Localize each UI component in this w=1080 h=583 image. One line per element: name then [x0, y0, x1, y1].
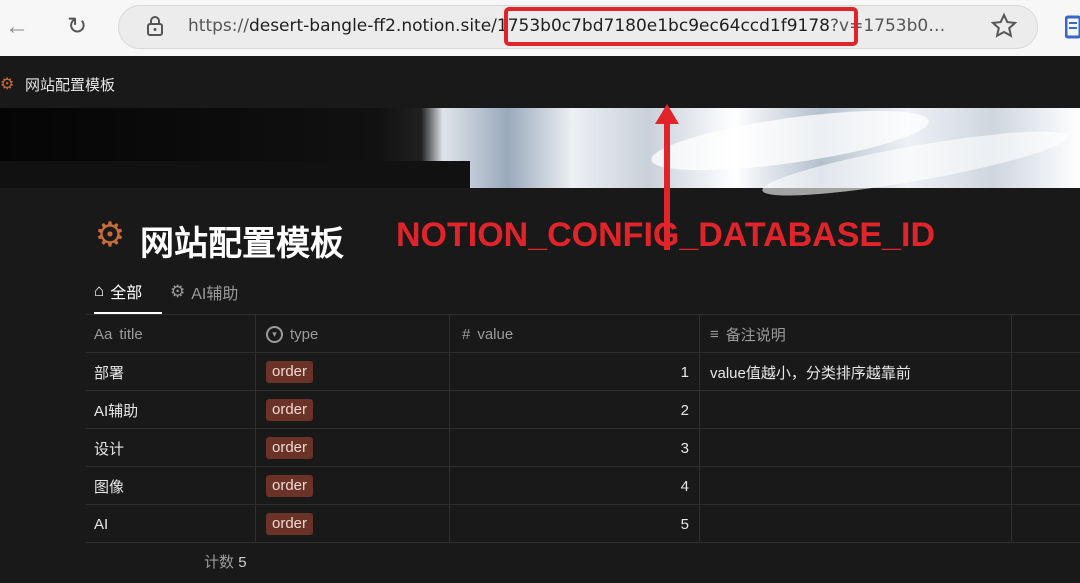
- tab-ai-assist-label: AI辅助: [191, 286, 239, 303]
- site-info-lock-icon[interactable]: [146, 15, 164, 37]
- header-note-label: 备注说明: [725, 326, 786, 344]
- row-title[interactable]: AI辅助: [86, 391, 256, 429]
- table-row[interactable]: 部署 order 1 value值越小，分类排序越靠前: [86, 353, 1080, 391]
- row-extra: [1012, 391, 1080, 429]
- database-id-annotation: NOTION_CONFIG_DATABASE_ID: [396, 216, 936, 254]
- table-row[interactable]: 设计 order 3: [86, 429, 1080, 467]
- count-value: 5: [238, 554, 247, 571]
- row-note[interactable]: [700, 429, 1012, 467]
- table-row[interactable]: 图像 order 4: [86, 467, 1080, 505]
- row-extra: [1012, 505, 1080, 543]
- row-note[interactable]: [700, 505, 1012, 543]
- row-type[interactable]: order: [256, 505, 450, 543]
- gear-icon: ⚙: [0, 76, 15, 93]
- lines-icon: ≡: [710, 325, 719, 343]
- row-type[interactable]: order: [256, 391, 450, 429]
- table-header-row: Aa title ▾ type # value ≡ 备注说明: [86, 315, 1080, 353]
- tab-all-label: 全部: [110, 285, 143, 302]
- count-label: 计数: [204, 554, 235, 571]
- url-protocol: https://: [188, 16, 249, 36]
- home-icon: ⌂: [94, 281, 105, 300]
- row-note[interactable]: [700, 467, 1012, 505]
- title-prefix: Aa: [94, 325, 113, 343]
- url-host: desert-bangle-ff2.notion.site: [248, 16, 492, 36]
- row-type[interactable]: order: [256, 467, 450, 505]
- row-value[interactable]: 4: [450, 467, 700, 505]
- type-tag: order: [266, 361, 314, 383]
- row-note[interactable]: value值越小，分类排序越靠前: [700, 353, 1012, 391]
- type-tag: order: [266, 475, 314, 497]
- annotation-arrow-head: [655, 104, 679, 124]
- row-note[interactable]: [700, 391, 1012, 429]
- header-note[interactable]: ≡ 备注说明: [700, 315, 1012, 353]
- breadcrumb-page-title[interactable]: 网站配置模板: [25, 74, 115, 95]
- notion-topbar: ⚙ 网站配置模板: [0, 56, 1080, 108]
- header-title-label: title: [119, 325, 143, 343]
- tab-ai-assist[interactable]: ⚙ AI辅助: [170, 270, 256, 314]
- hash-icon: #: [462, 325, 471, 343]
- header-extra: [1012, 315, 1080, 353]
- header-type-label: type: [290, 325, 319, 343]
- row-title[interactable]: AI: [86, 505, 256, 543]
- row-type[interactable]: order: [256, 429, 450, 467]
- reload-icon[interactable]: ↻: [60, 10, 94, 44]
- browser-chrome: ← ↻ https://desert-bangle-ff2.notion.sit…: [0, 0, 1080, 56]
- table-row[interactable]: AI order 5: [86, 505, 1080, 543]
- row-value[interactable]: 5: [450, 505, 700, 543]
- back-arrow-icon[interactable]: ←: [0, 10, 34, 44]
- page-gear-icon: ⚙: [94, 216, 126, 254]
- row-title[interactable]: 部署: [86, 353, 256, 391]
- row-extra: [1012, 353, 1080, 391]
- row-extra: [1012, 429, 1080, 467]
- type-tag: order: [266, 513, 314, 535]
- row-count-summary: 计数 5: [204, 551, 247, 572]
- row-value[interactable]: 2: [450, 391, 700, 429]
- type-tag: order: [266, 399, 314, 421]
- url-id-highlight-box: [504, 7, 858, 46]
- view-tabs: ⌂ 全部 ⚙ AI辅助: [86, 270, 1080, 314]
- favorite-star-icon[interactable]: [990, 12, 1018, 40]
- row-type[interactable]: order: [256, 353, 450, 391]
- database-table: Aa title ▾ type # value ≡ 备注说明 部署 order 1 va…: [86, 314, 1080, 543]
- row-value[interactable]: 1: [450, 353, 700, 391]
- page-title[interactable]: 网站配置模板: [140, 216, 344, 265]
- header-title[interactable]: Aa title: [86, 315, 256, 353]
- tab-all[interactable]: ⌂ 全部: [94, 270, 162, 314]
- header-value-label: value: [477, 325, 514, 343]
- row-title[interactable]: 图像: [86, 467, 256, 505]
- row-extra: [1012, 467, 1080, 505]
- header-value[interactable]: # value: [450, 315, 700, 353]
- type-tag: order: [266, 437, 314, 459]
- select-icon: ▾: [266, 325, 283, 343]
- row-value[interactable]: 3: [450, 429, 700, 467]
- gear-icon: ⚙: [170, 282, 186, 301]
- browser-extension-icon[interactable]: [1065, 14, 1080, 40]
- cover-dark-space: [0, 161, 470, 188]
- notion-page: ⚙ 网站配置模板 ⚙ 网站配置模板 NOTION_CONFIG_DATABASE…: [0, 56, 1080, 583]
- header-type[interactable]: ▾ type: [256, 315, 450, 353]
- row-title[interactable]: 设计: [86, 429, 256, 467]
- table-row[interactable]: AI辅助 order 2: [86, 391, 1080, 429]
